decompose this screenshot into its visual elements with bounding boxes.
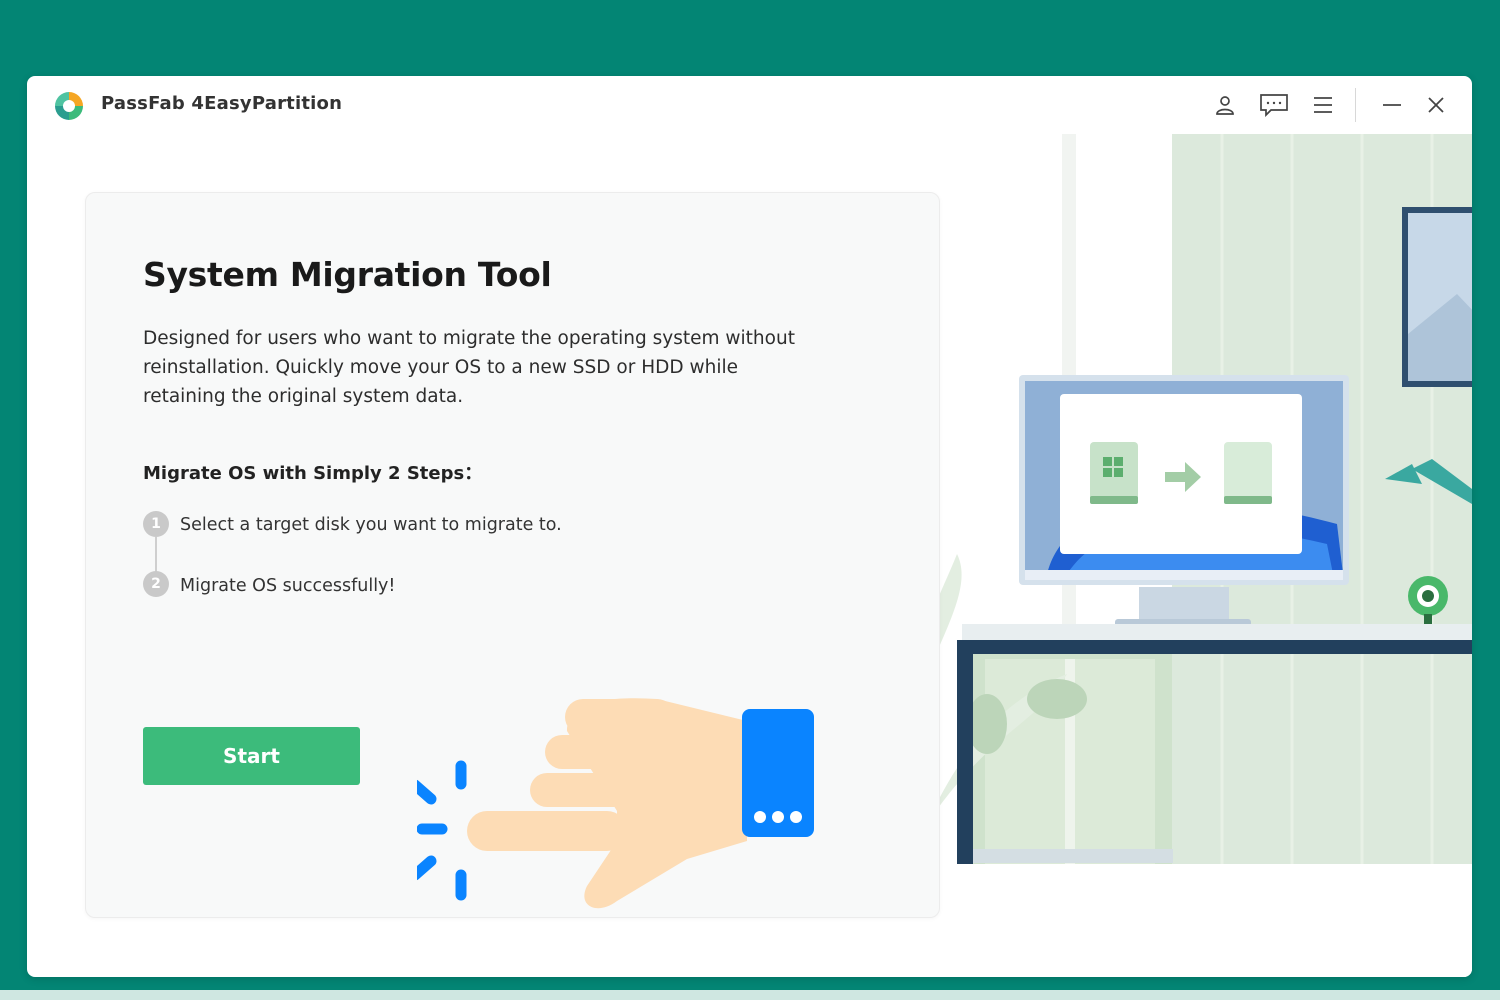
desk-illustration: [867, 134, 1472, 977]
title-bar: PassFab 4EasyPartition: [27, 76, 1472, 134]
pointing-hand-icon: [417, 698, 814, 909]
app-window: PassFab 4EasyPartition System Migration …: [27, 76, 1472, 977]
page-title: System Migration Tool: [143, 255, 552, 294]
user-icon[interactable]: [1210, 90, 1240, 120]
background-strip: [0, 990, 1500, 1000]
feedback-icon[interactable]: [1259, 90, 1289, 120]
app-title: PassFab 4EasyPartition: [101, 93, 343, 114]
step-text-2: Migrate OS successfully!: [180, 576, 396, 596]
minimize-icon[interactable]: [1377, 90, 1407, 120]
titlebar-divider: [1355, 88, 1356, 122]
menu-icon[interactable]: [1308, 90, 1338, 120]
start-button[interactable]: Start: [143, 727, 360, 785]
step-number-2: 2: [143, 571, 169, 597]
step-number-1: 1: [143, 511, 169, 537]
description-text: Designed for users who want to migrate t…: [143, 328, 795, 407]
step-text-1: Select a target disk you want to migrate…: [180, 515, 562, 535]
step-connector: [155, 537, 157, 573]
steps-heading: Migrate OS with Simply 2 Steps：: [143, 463, 483, 484]
close-icon[interactable]: [1421, 90, 1451, 120]
app-logo-icon: [55, 92, 83, 120]
